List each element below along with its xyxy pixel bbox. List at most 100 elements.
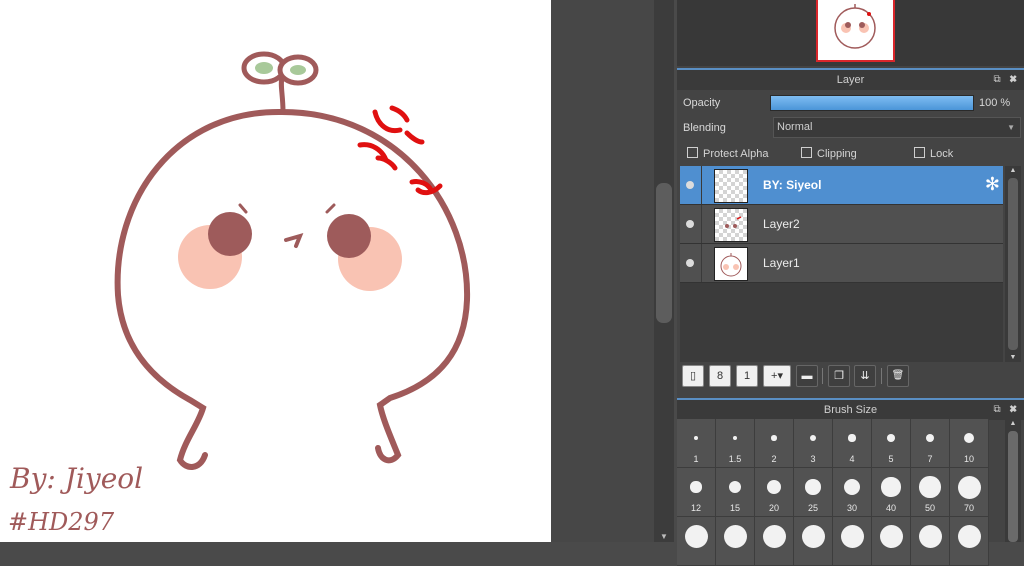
blending-select[interactable]: Normal ▼ xyxy=(773,117,1021,138)
brush-size-label: 1 xyxy=(693,454,699,464)
brush-size-scrollbar[interactable]: ▲ xyxy=(1005,419,1021,542)
gear-icon[interactable]: ✻ xyxy=(985,174,1000,194)
layer-row-layer1[interactable]: Layer1 xyxy=(680,244,1003,283)
blending-label: Blending xyxy=(683,122,726,134)
layer-list-scrollbar[interactable]: ▲ ▼ xyxy=(1005,166,1021,362)
protect-alpha-checkbox[interactable]: Protect Alpha xyxy=(687,147,768,161)
brush-size-dot xyxy=(919,476,941,498)
checkbox-box xyxy=(914,147,925,158)
scroll-up-arrow[interactable]: ▲ xyxy=(1005,167,1021,174)
divider xyxy=(701,244,702,282)
brush-size-panel-title: Brush Size xyxy=(823,404,878,416)
drawing-canvas[interactable]: By: Jiyeol #HD297 xyxy=(0,0,551,542)
new-1bit-layer-button[interactable]: 1 xyxy=(736,365,758,387)
brush-size-cell[interactable]: 3 xyxy=(794,419,833,468)
checkbox-box xyxy=(687,147,698,158)
brush-size-label: 70 xyxy=(963,503,974,513)
delete-layer-button[interactable]: 🗑 xyxy=(887,365,909,387)
brush-size-dot xyxy=(963,432,975,444)
brush-size-cell[interactable]: 2 xyxy=(755,419,794,468)
brush-size-cell[interactable]: 15 xyxy=(716,468,755,517)
visibility-eye-icon[interactable] xyxy=(686,181,694,189)
brush-size-cell[interactable]: 30 xyxy=(833,468,872,517)
layer-thumbnail-art xyxy=(725,216,742,228)
brush-size-cell[interactable]: 7 xyxy=(911,419,950,468)
brush-size-label: 7 xyxy=(927,454,933,464)
layer-panel-header[interactable]: Layer ⧉ ✖ xyxy=(677,68,1024,90)
brush-size-dot xyxy=(762,525,786,548)
navigator-viewport[interactable] xyxy=(816,0,895,62)
scrollbar-thumb[interactable] xyxy=(1008,431,1018,542)
brush-size-dot xyxy=(693,435,699,441)
divider xyxy=(881,368,882,384)
brush-size-dot xyxy=(723,525,747,548)
layer-row-by-siyeol[interactable]: BY: Siyeol ✻ xyxy=(680,166,1003,205)
brush-size-cell[interactable]: 70 xyxy=(950,468,989,517)
layer-row-layer2[interactable]: Layer2 xyxy=(680,205,1003,244)
visibility-eye-icon[interactable] xyxy=(686,220,694,228)
brush-size-cell[interactable]: 10 xyxy=(950,419,989,468)
scrollbar-thumb[interactable] xyxy=(1008,178,1018,350)
checkbox-box xyxy=(801,147,812,158)
divider xyxy=(701,166,702,204)
opacity-slider[interactable] xyxy=(770,95,974,111)
new-folder-button[interactable]: ▬ xyxy=(796,365,818,387)
scroll-down-arrow[interactable]: ▼ xyxy=(1005,354,1021,361)
add-layer-menu-button[interactable]: +▾ xyxy=(763,365,791,387)
brush-size-dot xyxy=(840,525,864,548)
brush-size-dot xyxy=(887,434,895,442)
signature-text: By: Jiyeol xyxy=(10,462,144,495)
scroll-up-arrow[interactable]: ▲ xyxy=(1005,420,1021,427)
visibility-eye-icon[interactable] xyxy=(686,259,694,267)
page-icon: ▯ xyxy=(689,370,697,382)
panel-float-close-icons[interactable]: ⧉ ✖ xyxy=(993,400,1020,420)
brush-size-dot xyxy=(881,477,901,497)
brush-size-cell[interactable]: 40 xyxy=(872,468,911,517)
layer-thumbnail xyxy=(714,247,748,281)
layer-name: Layer2 xyxy=(763,217,800,231)
scroll-down-arrow[interactable]: ▼ xyxy=(654,532,674,542)
new-layer-button[interactable]: ▯ xyxy=(682,365,704,387)
brush-size-dot xyxy=(766,479,781,494)
duplicate-layer-button[interactable]: ❐ xyxy=(828,365,850,387)
divider xyxy=(701,205,702,243)
brush-size-panel-header[interactable]: Brush Size ⧉ ✖ xyxy=(677,398,1024,420)
scrollbar-thumb[interactable] xyxy=(656,183,672,323)
new-8bit-layer-button[interactable]: 8 xyxy=(709,365,731,387)
brush-size-cell[interactable]: 25 xyxy=(794,468,833,517)
panel-float-close-icons[interactable]: ⧉ ✖ xyxy=(993,70,1020,90)
clipping-label: Clipping xyxy=(817,148,857,160)
brush-size-label: 20 xyxy=(768,503,779,513)
lock-checkbox[interactable]: Lock xyxy=(914,147,953,161)
brush-size-cell[interactable]: 4 xyxy=(833,419,872,468)
brush-size-label: 25 xyxy=(807,503,818,513)
layer-thumbnail-art xyxy=(720,253,742,277)
lock-label: Lock xyxy=(930,148,954,160)
workspace-background xyxy=(551,0,654,542)
merge-layer-button[interactable]: ⇊ xyxy=(854,365,876,387)
brush-size-cell[interactable]: 50 xyxy=(911,468,950,517)
brush-size-cell[interactable]: 1 xyxy=(677,419,716,468)
brush-size-cell[interactable]: 5 xyxy=(872,419,911,468)
brush-size-dot xyxy=(805,479,821,495)
brush-size-label: 15 xyxy=(729,503,740,513)
layer-panel-title: Layer xyxy=(836,74,865,86)
canvas-vertical-scrollbar[interactable]: ▼ xyxy=(654,0,674,542)
brush-size-cell[interactable]: 12 xyxy=(677,468,716,517)
brush-size-dot xyxy=(809,434,817,442)
layer-thumbnail xyxy=(714,169,748,203)
opacity-value: 100 % xyxy=(979,97,1011,109)
brush-size-dot xyxy=(925,433,935,443)
brush-size-dot xyxy=(771,435,777,441)
brush-size-grid: 1 1.5 2 3 4 5 7 10 12 15 20 25 30 40 50 70 xyxy=(677,419,991,566)
tag-text: #HD297 xyxy=(8,508,115,536)
brush-size-dot xyxy=(918,525,942,548)
brush-size-dot xyxy=(684,525,708,548)
brush-size-cell[interactable]: 1.5 xyxy=(716,419,755,468)
brush-size-dot xyxy=(728,480,742,494)
brush-size-label: 30 xyxy=(846,503,857,513)
brush-size-cell[interactable]: 20 xyxy=(755,468,794,517)
brush-size-dot xyxy=(848,434,856,442)
brush-size-dot xyxy=(843,478,861,496)
clipping-checkbox[interactable]: Clipping xyxy=(801,147,857,161)
